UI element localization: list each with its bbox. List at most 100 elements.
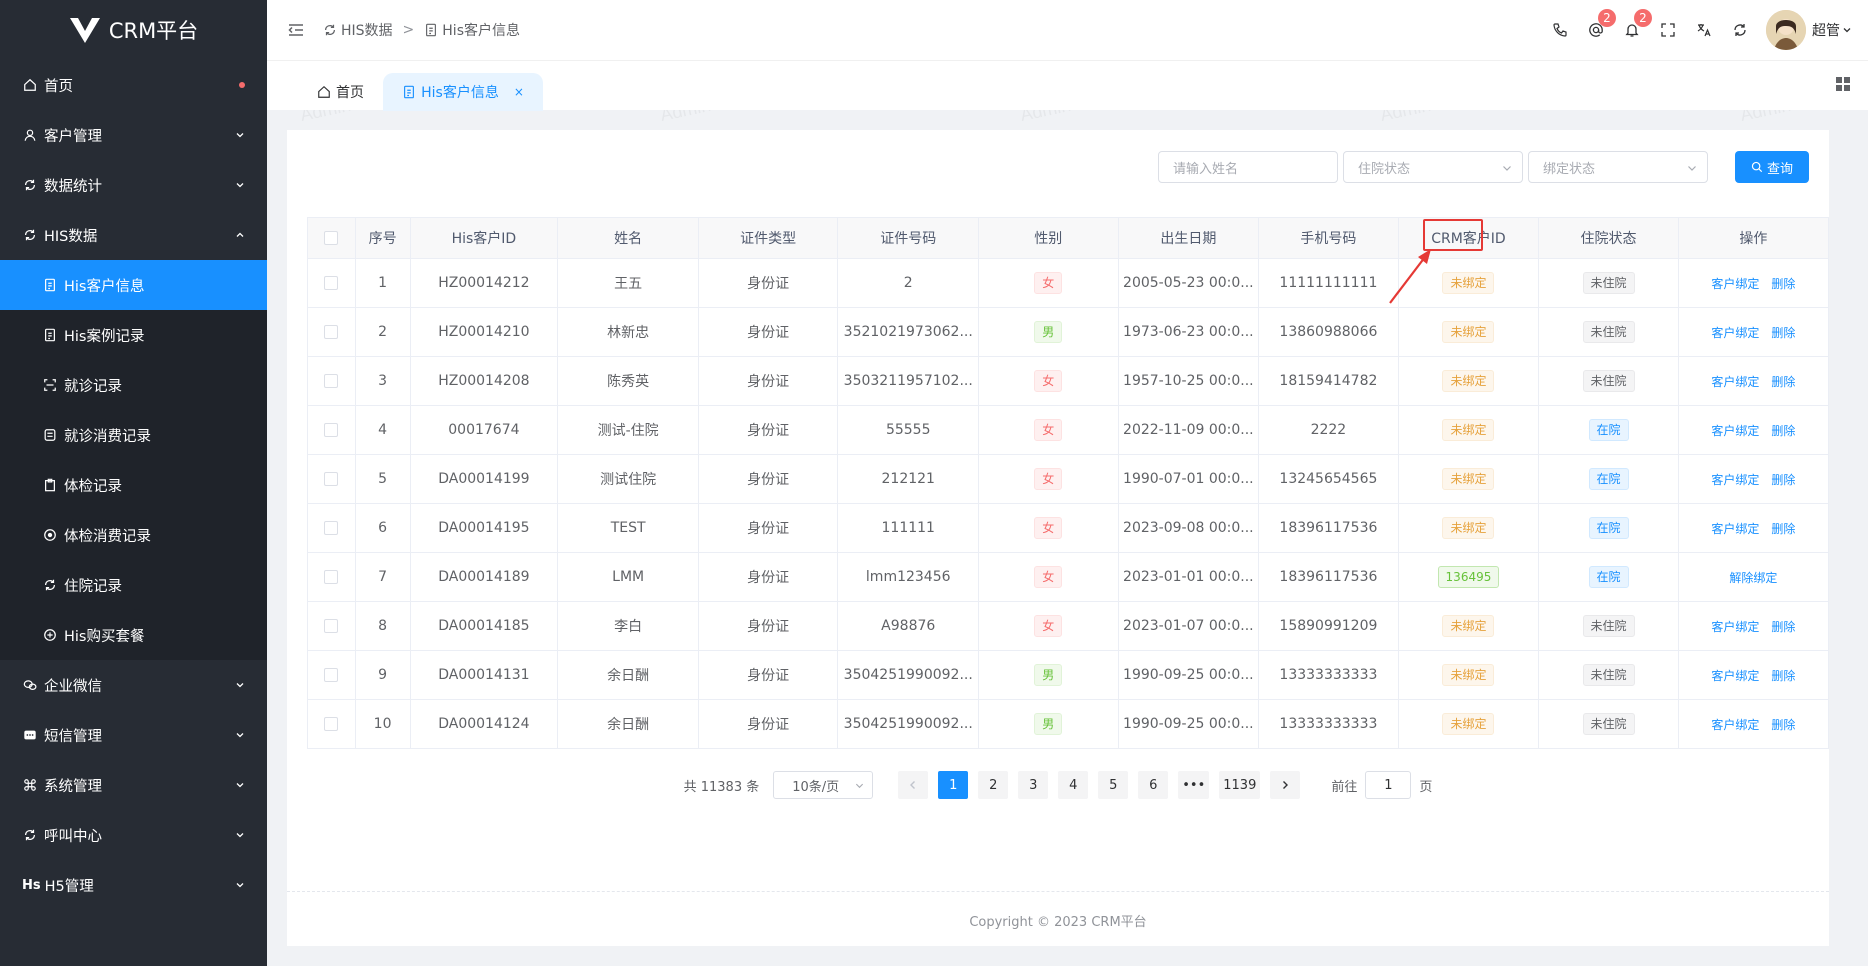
fullscreen-icon[interactable] [1650, 0, 1686, 60]
delete-link[interactable]: 删除 [1771, 520, 1795, 537]
bind-customer-link[interactable]: 客户绑定 [1711, 716, 1759, 733]
tab-his-customer[interactable]: His客户信息 × [383, 73, 543, 111]
page-button[interactable]: 1 [938, 771, 969, 799]
page-button[interactable]: 5 [1098, 771, 1129, 799]
bind-customer-link[interactable]: 客户绑定 [1711, 520, 1759, 537]
sidebar-item-h5-management[interactable]: Hs H5管理 [0, 860, 267, 910]
refresh-icon [42, 577, 58, 593]
row-select-cell[interactable] [307, 699, 356, 749]
row-checkbox[interactable] [324, 570, 339, 584]
delete-link[interactable]: 删除 [1771, 618, 1795, 635]
sidebar-item-customer-management[interactable]: 客户管理 [0, 110, 267, 160]
sidebar-item-checkup-consumption[interactable]: 体检消费记录 [0, 510, 267, 560]
delete-link[interactable]: 删除 [1771, 422, 1795, 439]
sidebar-item-his-customer-info[interactable]: His客户信息 [0, 260, 267, 310]
delete-link[interactable]: 删除 [1771, 667, 1795, 684]
bind-customer-link[interactable]: 客户绑定 [1711, 667, 1759, 684]
breadcrumb-item-his-data[interactable]: HIS数据 [323, 20, 393, 40]
row-checkbox[interactable] [324, 668, 339, 682]
column-header: His客户ID [409, 217, 559, 259]
sidebar-item-sms-management[interactable]: 短信管理 [0, 710, 267, 760]
row-select-cell[interactable] [307, 356, 356, 406]
row-actions: 客户绑定 删除 [1677, 601, 1830, 651]
sidebar-item-data-statistics[interactable]: 数据统计 [0, 160, 267, 210]
crm-id-tag-cell: 未绑定 [1397, 405, 1540, 455]
unbind-link[interactable]: 解除绑定 [1729, 569, 1777, 586]
user-menu[interactable]: 超管 [1812, 20, 1852, 40]
avatar[interactable] [1766, 10, 1806, 50]
sidebar-item-enterprise-wechat[interactable]: 企业微信 [0, 660, 267, 710]
bind-status-select[interactable]: 绑定状态 [1528, 151, 1708, 183]
sidebar-item-home[interactable]: 首页 [0, 60, 267, 110]
sidebar-item-inpatient-records[interactable]: 住院记录 [0, 560, 267, 610]
bind-customer-link[interactable]: 客户绑定 [1711, 618, 1759, 635]
sidebar-item-visit-records[interactable]: 就诊记录 [0, 360, 267, 410]
delete-link[interactable]: 删除 [1771, 324, 1795, 341]
prev-page-button[interactable] [898, 771, 929, 799]
page-button[interactable]: 2 [978, 771, 1009, 799]
delete-link[interactable]: 删除 [1771, 373, 1795, 390]
select-all-cell[interactable] [307, 217, 356, 259]
row-checkbox[interactable] [324, 717, 339, 731]
page-button[interactable]: 6 [1138, 771, 1169, 799]
phone-icon[interactable] [1542, 0, 1578, 60]
select-all-checkbox[interactable] [324, 231, 339, 245]
bell-icon[interactable]: 2 [1614, 0, 1652, 60]
translate-icon[interactable] [1686, 0, 1722, 60]
logo[interactable]: CRM平台 [0, 0, 267, 60]
refresh-icon[interactable] [1722, 0, 1758, 60]
sidebar-item-his-case-records[interactable]: His案例记录 [0, 310, 267, 360]
delete-link[interactable]: 删除 [1771, 716, 1795, 733]
page-button[interactable]: 4 [1058, 771, 1089, 799]
row-select-cell[interactable] [307, 307, 356, 357]
collapse-menu-icon[interactable] [287, 21, 305, 39]
tab-home[interactable]: 首页 [317, 73, 364, 111]
bind-customer-link[interactable]: 客户绑定 [1711, 373, 1759, 390]
delete-link[interactable]: 删除 [1771, 471, 1795, 488]
page-ellipsis[interactable]: ••• [1178, 771, 1210, 799]
page-button[interactable]: 1139 [1219, 771, 1261, 799]
page-button[interactable]: 3 [1018, 771, 1049, 799]
bind-customer-link[interactable]: 客户绑定 [1711, 471, 1759, 488]
delete-link[interactable]: 删除 [1771, 275, 1795, 292]
sidebar-item-system-management[interactable]: 系统管理 [0, 760, 267, 810]
sidebar-item-checkup-records[interactable]: 体检记录 [0, 460, 267, 510]
sidebar-item-visit-consumption[interactable]: 就诊消费记录 [0, 410, 267, 460]
row-checkbox[interactable] [324, 423, 339, 437]
bind-customer-link[interactable]: 客户绑定 [1711, 324, 1759, 341]
row-checkbox[interactable] [324, 325, 339, 339]
bind-customer-link[interactable]: 客户绑定 [1711, 422, 1759, 439]
row-checkbox[interactable] [324, 472, 339, 486]
row-select-cell[interactable] [307, 503, 356, 553]
row-select-cell[interactable] [307, 650, 356, 700]
grid-icon[interactable] [1836, 77, 1850, 91]
row-checkbox[interactable] [324, 619, 339, 633]
row-select-cell[interactable] [307, 258, 356, 308]
row-checkbox[interactable] [324, 276, 339, 290]
at-icon[interactable]: 2 [1578, 0, 1616, 60]
customer-name: LMM [557, 552, 699, 602]
row-select-cell[interactable] [307, 601, 356, 651]
hospital-status-tag-cell: 未住院 [1538, 699, 1679, 749]
id-type: 身份证 [697, 650, 839, 700]
column-header: 姓名 [557, 217, 699, 259]
row-select-cell[interactable] [307, 405, 356, 455]
page-jump-input[interactable]: 1 [1365, 771, 1412, 799]
chart-icon [22, 177, 38, 193]
page-size-select[interactable]: 10条/页 [773, 771, 874, 799]
hospital-status-select[interactable]: 住院状态 [1343, 151, 1523, 183]
row-checkbox[interactable] [324, 374, 339, 388]
search-button[interactable]: 查询 [1735, 151, 1809, 183]
row-checkbox[interactable] [324, 521, 339, 535]
hospital-status-tag: 在院 [1588, 566, 1629, 588]
close-icon[interactable]: × [514, 85, 524, 99]
row-select-cell[interactable] [307, 552, 356, 602]
next-page-button[interactable] [1270, 771, 1301, 799]
row-select-cell[interactable] [307, 454, 356, 504]
bind-customer-link[interactable]: 客户绑定 [1711, 275, 1759, 292]
sidebar-item-his-data[interactable]: HIS数据 [0, 210, 267, 260]
document-icon [426, 23, 437, 37]
name-search-input[interactable]: 请输入姓名 [1158, 151, 1338, 183]
sidebar-item-call-center[interactable]: 呼叫中心 [0, 810, 267, 860]
sidebar-item-his-packages[interactable]: His购买套餐 [0, 610, 267, 660]
